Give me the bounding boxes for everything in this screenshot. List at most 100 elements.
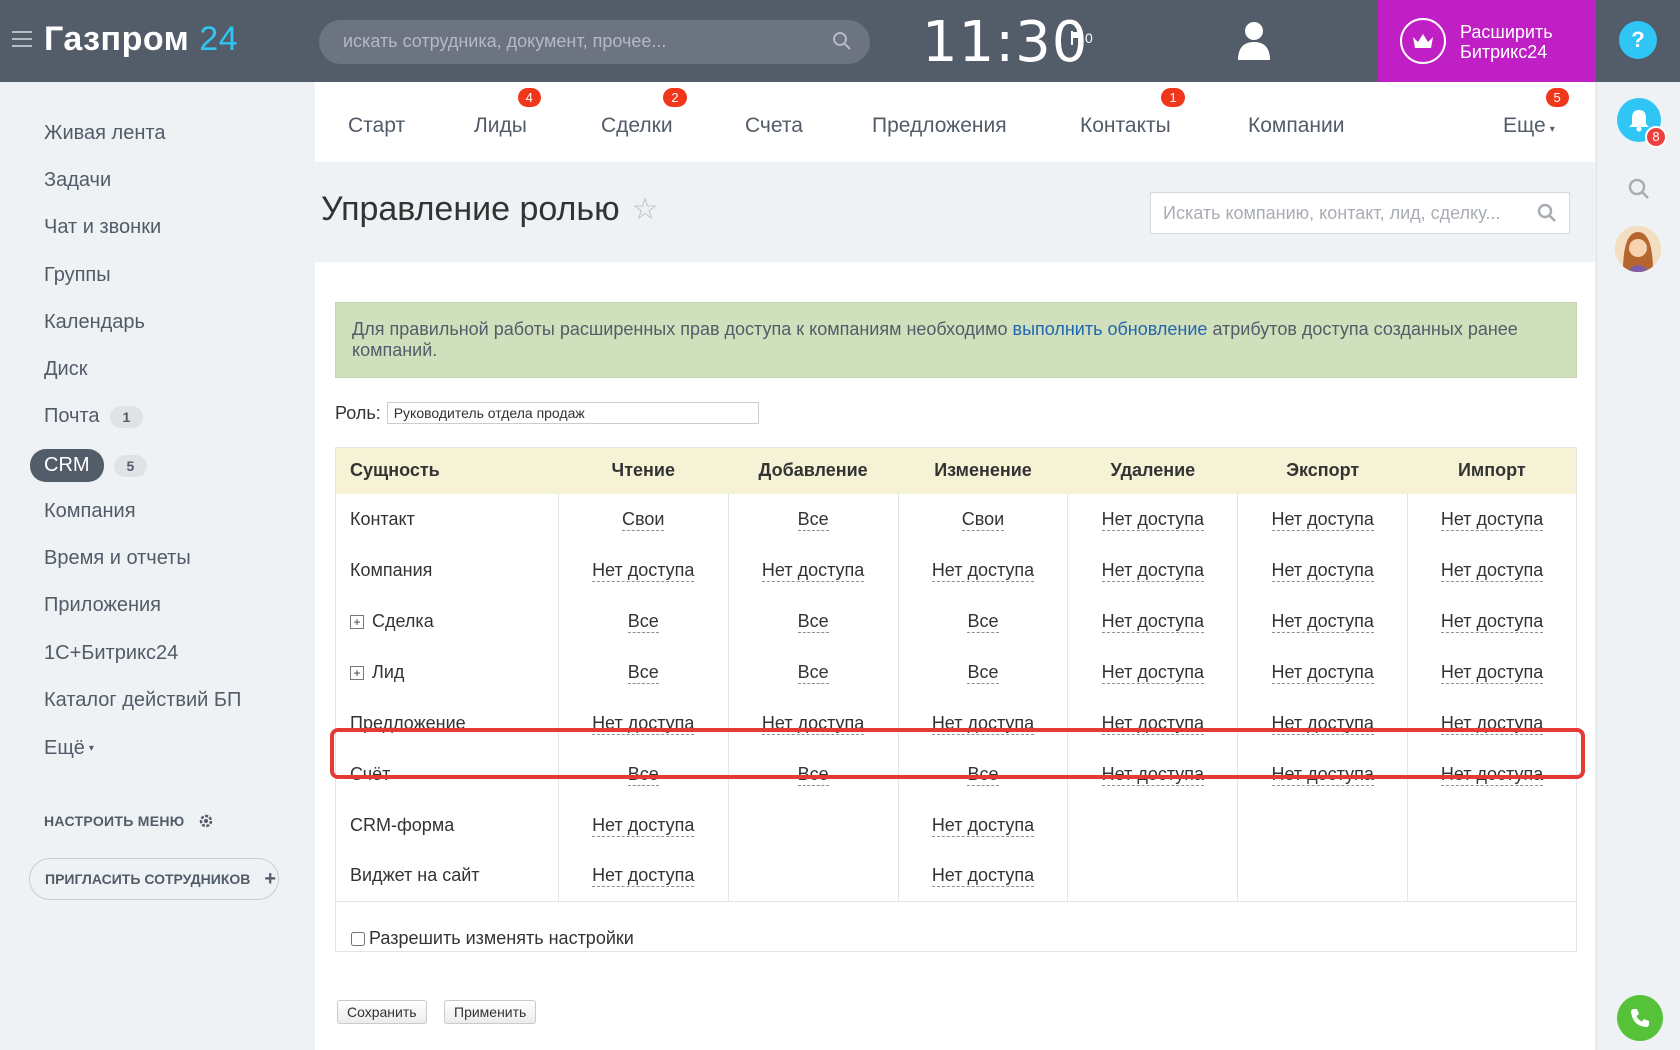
permission-value[interactable]: Нет доступа xyxy=(1271,559,1374,582)
permission-value[interactable]: Все xyxy=(967,763,999,786)
permission-value[interactable]: Нет доступа xyxy=(1271,763,1374,786)
permission-value[interactable]: Нет доступа xyxy=(931,865,1035,888)
crm-search-input[interactable] xyxy=(1163,203,1523,224)
permission-value[interactable]: Нет доступа xyxy=(1271,610,1374,633)
sidebar-item-disk[interactable]: Диск xyxy=(44,358,87,381)
logo[interactable]: Газпром 24 xyxy=(44,20,238,59)
role-name-input[interactable] xyxy=(386,402,759,424)
invite-employees-button[interactable]: ПРИГЛАСИТЬ СОТРУДНИКОВ + xyxy=(29,858,279,900)
sidebar-item-mail[interactable]: Почта 1 xyxy=(44,405,144,428)
permission-value[interactable]: Нет доступа xyxy=(592,865,695,888)
permission-value[interactable]: Все xyxy=(967,610,999,633)
workday-flag[interactable]: 0 xyxy=(1071,30,1093,46)
help-button[interactable]: ? xyxy=(1619,21,1657,59)
permission-value[interactable]: Нет доступа xyxy=(1101,712,1205,735)
permission-value[interactable]: Все xyxy=(797,763,829,786)
permission-value[interactable]: Нет доступа xyxy=(1440,712,1544,735)
tab-start[interactable]: Старт xyxy=(348,114,405,138)
sidebar-item-company[interactable]: Компания xyxy=(44,500,136,523)
sidebar-item-calendar[interactable]: Календарь xyxy=(44,311,145,334)
permission-value[interactable]: Нет доступа xyxy=(1440,661,1544,684)
menu-icon[interactable] xyxy=(12,31,32,49)
user-profile-icon[interactable] xyxy=(1236,20,1272,65)
global-search-input[interactable] xyxy=(343,31,823,52)
permission-value[interactable]: Все xyxy=(627,763,659,786)
permission-cell: Нет доступа xyxy=(1408,596,1577,647)
permission-value[interactable]: Нет доступа xyxy=(1440,559,1544,582)
table-row: + Лид Все Все Все Нет доступа Нет доступа… xyxy=(335,646,1577,698)
tab-invoices[interactable]: Счета xyxy=(745,114,803,138)
allow-edit-settings[interactable]: Разрешить изменять настройки xyxy=(351,928,634,949)
permission-value[interactable]: Нет доступа xyxy=(592,712,695,735)
apply-button[interactable]: Применить xyxy=(444,1000,537,1024)
permission-value[interactable]: Свои xyxy=(961,508,1005,531)
run-update-link[interactable]: выполнить обновление xyxy=(1013,319,1208,339)
expand-icon[interactable]: + xyxy=(350,614,364,629)
permission-value[interactable]: Все xyxy=(967,661,999,684)
sidebar-item-chat[interactable]: Чат и звонки xyxy=(44,216,161,239)
sidebar-item-label: Задачи xyxy=(44,169,112,191)
permission-value[interactable]: Нет доступа xyxy=(1101,559,1205,582)
permission-value[interactable]: Нет доступа xyxy=(1101,763,1205,786)
permission-value[interactable]: Нет доступа xyxy=(1101,661,1205,684)
permission-value[interactable]: Все xyxy=(797,661,829,684)
upgrade-button[interactable]: Расширить Битрикс24 xyxy=(1378,0,1596,82)
sidebar-item-tasks[interactable]: Задачи xyxy=(44,169,111,192)
permission-cell: Нет доступа xyxy=(1237,595,1409,647)
search-icon[interactable] xyxy=(1628,178,1650,205)
sidebar-item-time-reports[interactable]: Время и отчеты xyxy=(44,547,191,570)
notice-text-before: Для правильной работы расширенных прав д… xyxy=(352,319,1013,339)
permission-cell: Нет доступа xyxy=(898,850,1069,902)
entity-name: Компания xyxy=(335,544,559,596)
permission-value[interactable]: Свои xyxy=(622,508,665,531)
notifications-button[interactable]: 8 xyxy=(1617,98,1667,148)
permission-value[interactable]: Нет доступа xyxy=(1101,610,1205,633)
permission-value[interactable]: Нет доступа xyxy=(931,712,1035,735)
star-icon[interactable]: ☆ xyxy=(632,192,659,227)
permission-value[interactable]: Все xyxy=(627,661,659,684)
permission-cell: Свои xyxy=(558,493,729,545)
permission-value[interactable]: Нет доступа xyxy=(1271,661,1374,684)
avatar[interactable] xyxy=(1615,226,1661,272)
permission-value[interactable]: Все xyxy=(797,610,829,633)
search-icon[interactable] xyxy=(832,31,852,56)
permission-value[interactable]: Нет доступа xyxy=(761,559,865,582)
permission-value[interactable]: Нет доступа xyxy=(1271,712,1374,735)
tab-leads[interactable]: Лиды 4 xyxy=(474,88,541,138)
tab-quotes[interactable]: Предложения xyxy=(872,114,1007,138)
permission-value[interactable]: Нет доступа xyxy=(1440,610,1544,633)
crm-filter[interactable] xyxy=(1150,192,1570,234)
tab-more[interactable]: Еще ▾ 5 xyxy=(1503,88,1569,138)
save-button[interactable]: Сохранить xyxy=(337,1000,427,1024)
global-search[interactable] xyxy=(319,20,870,64)
sidebar-item-groups[interactable]: Группы xyxy=(44,264,111,287)
permission-value[interactable]: Нет доступа xyxy=(931,559,1035,582)
permission-value[interactable]: Все xyxy=(627,610,659,633)
sidebar-item-more[interactable]: Ещё ▾ xyxy=(44,737,94,760)
tab-deals[interactable]: Сделки 2 xyxy=(601,88,687,138)
permission-value[interactable]: Нет доступа xyxy=(1440,508,1544,531)
permission-value[interactable]: Все xyxy=(797,508,829,531)
search-icon[interactable] xyxy=(1537,203,1557,228)
permission-value[interactable]: Нет доступа xyxy=(592,814,695,837)
sidebar-item-crm[interactable]: CRM 5 xyxy=(30,449,148,482)
sidebar-item-apps[interactable]: Приложения xyxy=(44,594,161,617)
tab-contacts[interactable]: Контакты 1 xyxy=(1080,88,1185,138)
permission-value[interactable]: Нет доступа xyxy=(1271,508,1374,531)
phone-call-button[interactable] xyxy=(1617,995,1663,1041)
expand-icon[interactable]: + xyxy=(350,665,364,680)
sidebar-item-1c[interactable]: 1С+Битрикс24 xyxy=(44,642,178,665)
permission-cell: Нет доступа xyxy=(558,799,729,851)
allow-edit-checkbox[interactable] xyxy=(351,931,365,946)
permission-value[interactable]: Нет доступа xyxy=(1440,763,1544,786)
permission-value[interactable]: Нет доступа xyxy=(1101,508,1205,531)
sidebar-item-feed[interactable]: Живая лента xyxy=(44,122,165,145)
clock[interactable]: 11:30 xyxy=(922,10,1088,75)
configure-menu[interactable]: НАСТРОИТЬ МЕНЮ xyxy=(44,812,215,830)
tab-companies[interactable]: Компании xyxy=(1248,114,1344,138)
permission-cell: Нет доступа xyxy=(1067,595,1239,647)
permission-value[interactable]: Нет доступа xyxy=(761,712,865,735)
permission-value[interactable]: Нет доступа xyxy=(931,814,1035,837)
permission-value[interactable]: Нет доступа xyxy=(592,559,695,582)
sidebar-item-bp-catalog[interactable]: Каталог действий БП xyxy=(44,689,241,712)
